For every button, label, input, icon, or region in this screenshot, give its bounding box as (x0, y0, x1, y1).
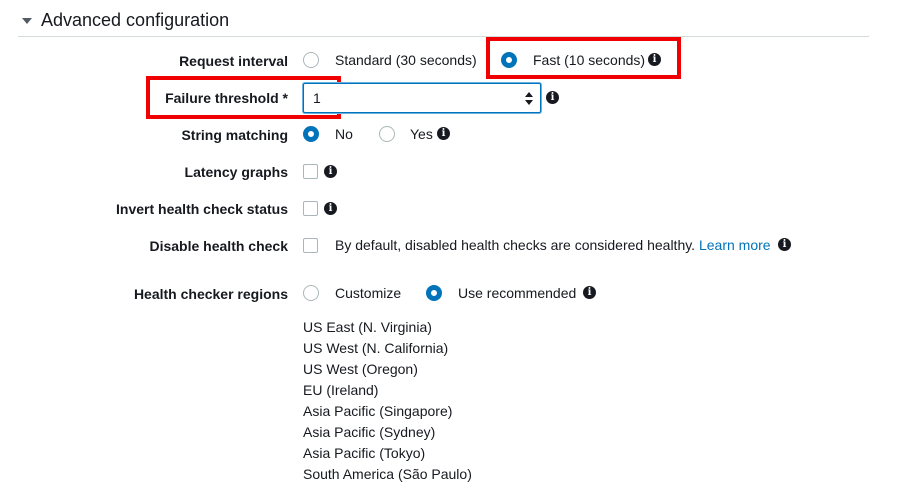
invert-status-label: Invert health check status (116, 201, 288, 217)
disable-check-description: By default, disabled health checks are c… (335, 237, 771, 253)
latency-graphs-label: Latency graphs (184, 164, 288, 180)
region-item: EU (Ireland) (303, 382, 379, 398)
request-interval-label: Request interval (179, 53, 288, 69)
failure-threshold-input[interactable]: 1 (303, 83, 541, 113)
radio-standard-label: Standard (30 seconds) (335, 52, 477, 68)
string-matching-label: String matching (181, 127, 288, 143)
region-item: Asia Pacific (Tokyo) (303, 445, 426, 461)
radio-standard[interactable] (303, 52, 319, 68)
latency-graphs-checkbox[interactable] (303, 164, 318, 179)
info-icon[interactable]: i (324, 165, 337, 178)
info-icon[interactable]: i (437, 127, 450, 140)
advanced-configuration-header[interactable]: Advanced configuration (22, 8, 229, 32)
region-item: US East (N. Virginia) (303, 319, 432, 335)
region-item: US West (N. California) (303, 340, 449, 356)
radio-fast[interactable] (501, 52, 517, 68)
region-item: Asia Pacific (Singapore) (303, 403, 453, 419)
radio-no-label: No (335, 126, 353, 142)
failure-threshold-value: 1 (313, 90, 321, 106)
radio-use-recommended-label: Use recommended (458, 285, 577, 301)
info-icon[interactable]: i (324, 202, 337, 215)
disable-check-description-text: By default, disabled health checks are c… (335, 237, 696, 253)
region-item: Asia Pacific (Sydney) (303, 424, 436, 440)
radio-yes-label: Yes (410, 126, 433, 142)
radio-no[interactable] (303, 126, 319, 142)
learn-more-link[interactable]: Learn more (699, 237, 771, 253)
radio-customize-label: Customize (335, 285, 402, 301)
disable-check-checkbox[interactable] (303, 238, 318, 253)
caret-down-icon (22, 17, 32, 24)
info-icon[interactable]: i (648, 53, 661, 66)
radio-yes[interactable] (379, 126, 395, 142)
failure-threshold-label: Failure threshold * (165, 90, 288, 106)
section-divider (18, 36, 869, 37)
region-item: South America (São Paulo) (303, 466, 472, 482)
regions-label: Health checker regions (133, 286, 288, 302)
info-icon[interactable]: i (583, 286, 596, 299)
number-stepper-icon[interactable] (525, 92, 533, 105)
radio-fast-label: Fast (10 seconds) (533, 52, 646, 68)
disable-check-label: Disable health check (149, 238, 288, 254)
radio-use-recommended[interactable] (426, 285, 442, 301)
info-icon[interactable]: i (778, 238, 791, 251)
info-icon[interactable]: i (546, 91, 559, 104)
section-title: Advanced configuration (41, 9, 230, 30)
invert-status-checkbox[interactable] (303, 201, 318, 216)
region-item: US West (Oregon) (303, 361, 418, 377)
radio-customize[interactable] (303, 285, 319, 301)
